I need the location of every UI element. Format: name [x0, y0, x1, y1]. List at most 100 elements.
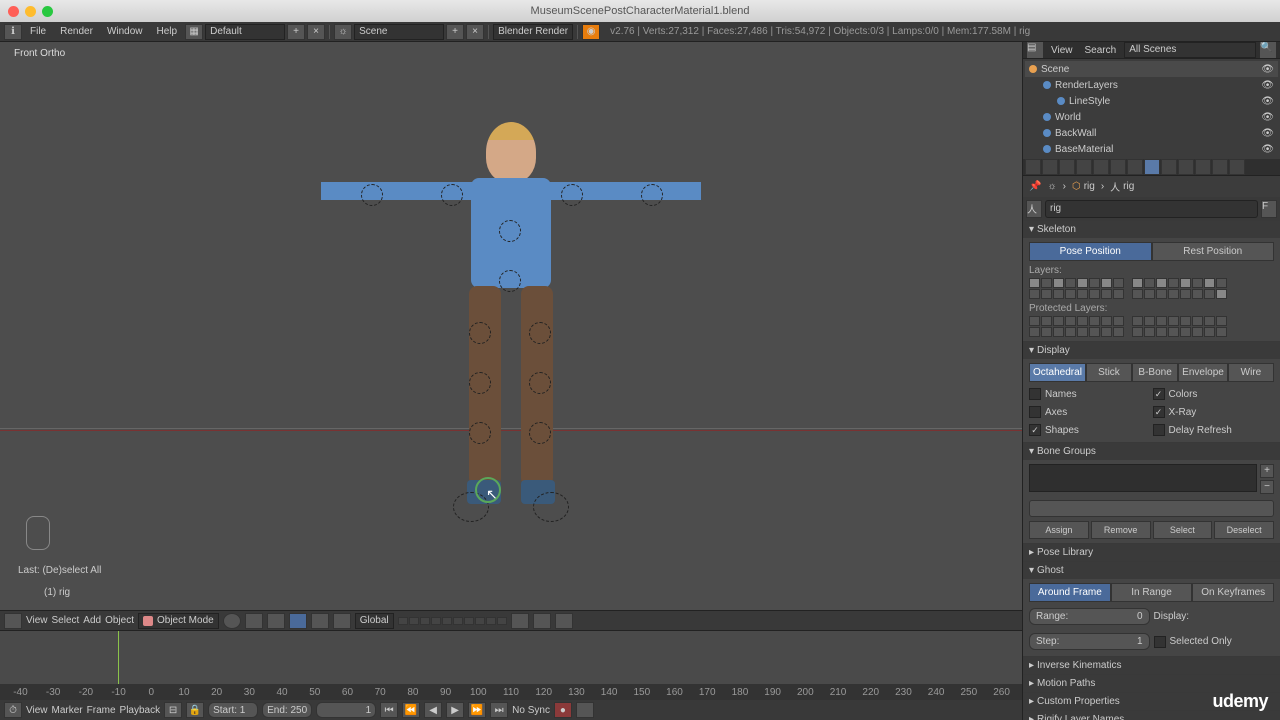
- axes-checkbox[interactable]: [1029, 406, 1041, 418]
- rest-position-button[interactable]: Rest Position: [1152, 242, 1275, 261]
- render-tab-icon[interactable]: [1025, 159, 1041, 175]
- object-tab-icon[interactable]: [1093, 159, 1109, 175]
- search-icon[interactable]: 🔍: [1260, 42, 1276, 58]
- delay-check-row[interactable]: Delay Refresh: [1153, 422, 1275, 438]
- overlay-icon[interactable]: [555, 613, 573, 629]
- lock-range-icon[interactable]: 🔒: [186, 702, 204, 718]
- play-reverse-icon[interactable]: ◀: [424, 702, 442, 718]
- screen-browse-icon[interactable]: ▦: [185, 24, 203, 40]
- delete-scene-button[interactable]: ×: [466, 24, 484, 40]
- material-tab-icon[interactable]: [1178, 159, 1194, 175]
- constraints-tab-icon[interactable]: [1110, 159, 1126, 175]
- add-scene-button[interactable]: +: [446, 24, 464, 40]
- current-frame-indicator[interactable]: [118, 631, 119, 684]
- wire-button[interactable]: Wire: [1228, 363, 1274, 382]
- outliner-item[interactable]: Scene👁: [1025, 61, 1278, 77]
- current-frame-field[interactable]: 1: [316, 702, 376, 718]
- outliner-item[interactable]: BaseMaterial👁: [1025, 141, 1278, 157]
- keyframe-next-icon[interactable]: ⏩: [468, 702, 486, 718]
- editor-type-icon[interactable]: ▤: [1027, 42, 1043, 58]
- range-row[interactable]: Range:0: [1029, 606, 1150, 627]
- blender-icon[interactable]: ◉: [582, 24, 600, 40]
- bone-group-name-field[interactable]: [1029, 500, 1274, 517]
- datablock-name-field[interactable]: rig: [1045, 200, 1258, 218]
- pose-position-button[interactable]: Pose Position: [1029, 242, 1152, 261]
- close-window-button[interactable]: [8, 6, 19, 17]
- ik-header[interactable]: ▸Inverse Kinematics: [1023, 657, 1280, 674]
- eye-icon[interactable]: 👁: [1261, 128, 1274, 139]
- select-button[interactable]: Select: [1153, 521, 1213, 539]
- armature-tab-icon[interactable]: [1144, 159, 1160, 175]
- deselect-button[interactable]: Deselect: [1214, 521, 1274, 539]
- eye-icon[interactable]: 👁: [1261, 112, 1274, 123]
- assign-button[interactable]: Assign: [1029, 521, 1089, 539]
- names-checkbox[interactable]: [1029, 388, 1041, 400]
- render-layers-tab-icon[interactable]: [1042, 159, 1058, 175]
- world-tab-icon[interactable]: [1076, 159, 1092, 175]
- menu-window[interactable]: Window: [101, 24, 149, 39]
- timeline-marker-menu[interactable]: Marker: [52, 705, 83, 716]
- manipulator-icon[interactable]: [267, 613, 285, 629]
- pose-library-header[interactable]: ▸Pose Library: [1023, 544, 1280, 561]
- fake-user-button[interactable]: F: [1261, 200, 1277, 218]
- bone-groups-list[interactable]: [1029, 464, 1257, 492]
- outliner-filter-dropdown[interactable]: All Scenes: [1124, 42, 1256, 58]
- select-menu[interactable]: Select: [52, 615, 80, 626]
- shading-solid-icon[interactable]: [223, 613, 241, 629]
- view-menu[interactable]: View: [26, 615, 48, 626]
- timeline-playback-menu[interactable]: Playback: [120, 705, 161, 716]
- bone-tab-icon[interactable]: [1161, 159, 1177, 175]
- add-menu[interactable]: Add: [83, 615, 101, 626]
- physics-tab-icon[interactable]: [1229, 159, 1245, 175]
- end-frame-field[interactable]: End: 250: [262, 702, 312, 718]
- delay-checkbox[interactable]: [1153, 424, 1165, 436]
- scene-dropdown[interactable]: Scene: [354, 24, 444, 40]
- scale-manipulator-icon[interactable]: [333, 613, 351, 629]
- outliner-item[interactable]: BackWall👁: [1025, 125, 1278, 141]
- bone-handle[interactable]: [529, 372, 551, 394]
- bone-handle[interactable]: [441, 184, 463, 206]
- bone-handle[interactable]: [561, 184, 583, 206]
- timeline-frame-menu[interactable]: Frame: [87, 705, 116, 716]
- character-armature[interactable]: [321, 122, 701, 552]
- jump-end-icon[interactable]: ⏭: [490, 702, 508, 718]
- armature-layers[interactable]: [1029, 278, 1274, 299]
- eye-icon[interactable]: 👁: [1261, 144, 1274, 155]
- object-menu[interactable]: Object: [105, 615, 134, 626]
- octahedral-button[interactable]: Octahedral: [1029, 363, 1086, 382]
- object-crumb[interactable]: ⬡rig: [1072, 181, 1095, 192]
- outliner-item[interactable]: LineStyle👁: [1025, 93, 1278, 109]
- step-row[interactable]: Step:1: [1029, 631, 1150, 652]
- bone-handle[interactable]: [361, 184, 383, 206]
- minimize-window-button[interactable]: [25, 6, 36, 17]
- eye-icon[interactable]: 👁: [1261, 96, 1274, 107]
- on-keyframes-button[interactable]: On Keyframes: [1192, 583, 1274, 602]
- shapes-checkbox[interactable]: [1029, 424, 1041, 436]
- keyframe-prev-icon[interactable]: ⏪: [402, 702, 420, 718]
- bone-handle[interactable]: [529, 422, 551, 444]
- outliner-tree[interactable]: Scene👁RenderLayers👁LineStyle👁World👁BackW…: [1023, 59, 1280, 159]
- viewport-layers[interactable]: [398, 617, 507, 625]
- outliner-view-menu[interactable]: View: [1047, 45, 1077, 56]
- browse-datablock-icon[interactable]: 人: [1026, 200, 1042, 218]
- names-check-row[interactable]: Names: [1029, 386, 1151, 402]
- particles-tab-icon[interactable]: [1212, 159, 1228, 175]
- editor-type-icon[interactable]: [4, 613, 22, 629]
- zoom-window-button[interactable]: [42, 6, 53, 17]
- display-header[interactable]: ▾Display: [1023, 342, 1280, 359]
- shapes-check-row[interactable]: Shapes: [1029, 422, 1151, 438]
- auto-keyframe-icon[interactable]: ●: [554, 702, 572, 718]
- timeline-ruler[interactable]: -40-30-20-100102030405060708090100110120…: [0, 684, 1022, 700]
- colors-checkbox[interactable]: [1153, 388, 1165, 400]
- render-engine-dropdown[interactable]: Blender Render: [493, 24, 573, 40]
- keying-set-icon[interactable]: [576, 702, 594, 718]
- editor-type-icon[interactable]: ℹ: [4, 24, 22, 40]
- add-screen-button[interactable]: +: [287, 24, 305, 40]
- eye-icon[interactable]: 👁: [1261, 80, 1274, 91]
- data-crumb[interactable]: 人rig: [1110, 179, 1134, 194]
- outliner-item[interactable]: RenderLayers👁: [1025, 77, 1278, 93]
- around-frame-button[interactable]: Around Frame: [1029, 583, 1111, 602]
- render-border-icon[interactable]: [533, 613, 551, 629]
- use-preview-range-icon[interactable]: ⊟: [164, 702, 182, 718]
- jump-start-icon[interactable]: ⏮: [380, 702, 398, 718]
